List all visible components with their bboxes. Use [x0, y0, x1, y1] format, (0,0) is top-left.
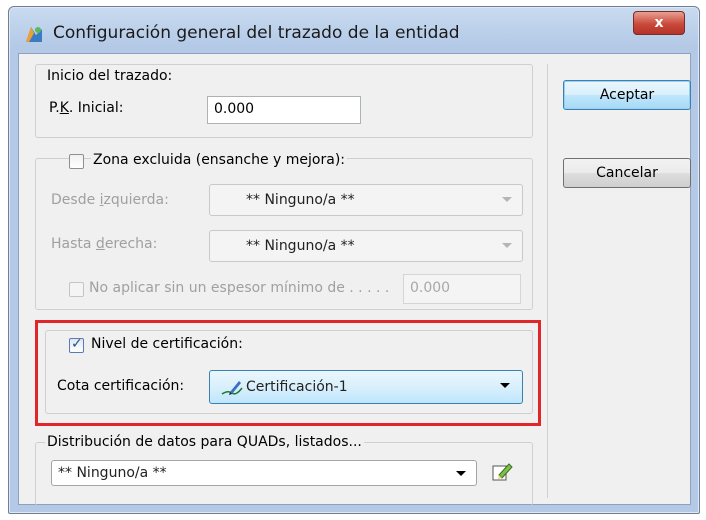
distribucion-group-title: Distribución de datos para QUADs, listad… [45, 434, 364, 450]
app-icon [26, 27, 42, 42]
window-title: Configuración general del trazado de la … [53, 23, 460, 43]
hasta-derecha-value: ** Ninguno/a ** [246, 238, 355, 254]
desde-izquierda-value: ** Ninguno/a ** [246, 192, 355, 208]
chevron-down-icon [456, 471, 466, 476]
espesor-minimo-input[interactable]: 0.000 [403, 274, 521, 304]
dialog-window: Configuración general del trazado de la … [8, 6, 700, 514]
pk-inicial-input[interactable]: 0.000 [207, 96, 361, 124]
chevron-down-icon [502, 243, 512, 248]
dialog-client-area: Inicio del trazado: P.K. Inicial: 0.000 … [18, 53, 691, 506]
no-aplicar-label: No aplicar sin un espesor mínimo de . . … [89, 280, 390, 296]
accept-button[interactable]: Aceptar [563, 80, 691, 110]
desde-izquierda-select[interactable]: ** Ninguno/a ** [209, 184, 523, 216]
highlight-box [35, 320, 541, 426]
edit-icon[interactable] [491, 460, 513, 482]
pk-inicial-label: P.K. Inicial: [49, 100, 124, 116]
zona-excluida-label: Zona excluida (ensanche y mejora): [91, 152, 348, 168]
close-button[interactable]: x [633, 11, 685, 35]
inicio-group-title: Inicio del trazado: [45, 68, 175, 84]
chevron-down-icon [502, 197, 512, 202]
zona-excluida-checkbox[interactable] [69, 154, 84, 169]
hasta-derecha-select[interactable]: ** Ninguno/a ** [209, 230, 523, 262]
desde-izquierda-label: Desde izquierda: [51, 192, 169, 208]
vertical-separator [547, 64, 548, 498]
no-aplicar-checkbox[interactable] [69, 282, 84, 297]
distribucion-value: ** Ninguno/a ** [58, 465, 167, 481]
hasta-derecha-label: Hasta derecha: [51, 236, 158, 252]
cancel-button[interactable]: Cancelar [563, 158, 691, 188]
distribucion-select[interactable]: ** Ninguno/a ** [51, 460, 477, 486]
title-bar[interactable]: Configuración general del trazado de la … [9, 7, 699, 53]
